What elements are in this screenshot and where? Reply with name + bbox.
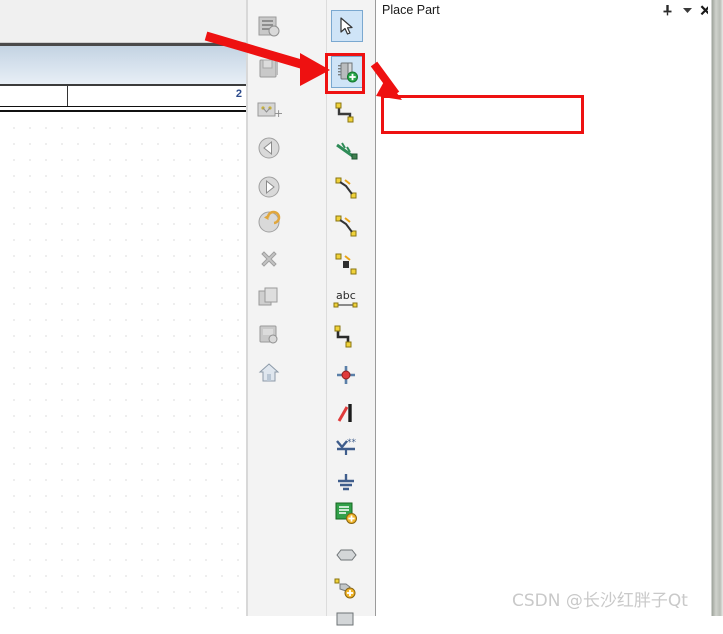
select-tool-icon[interactable] [331,10,363,42]
place-power-icon[interactable]: ** [331,432,361,462]
app-root: 2 + abc ** Place Part CSDN @长沙红胖子Qt [0,0,723,626]
highlight-part-list-entry [381,95,584,134]
backannotate-icon[interactable] [254,54,284,84]
place-hierarchical-pin-icon[interactable] [331,574,361,604]
place-bus-entry-icon[interactable] [331,211,361,241]
schematic-editor-area[interactable]: 2 [0,0,248,616]
editor-page-row[interactable]: 2 [0,86,248,107]
annotate-icon[interactable] [254,12,284,42]
panel-titlebar: Place Part [376,0,710,20]
svg-text:**: ** [347,438,357,448]
panel-title-text: Place Part [382,3,440,17]
place-ground-icon[interactable] [331,468,361,498]
editor-page-divider [67,86,68,106]
place-pin-icon[interactable] [331,360,361,390]
snap-to-grid-icon[interactable] [254,246,284,276]
place-text-icon[interactable]: abc [331,285,361,315]
create-netlist-icon[interactable] [254,283,284,313]
place-wire-icon[interactable] [331,98,361,128]
auto-hide-pin-icon[interactable] [659,3,675,17]
editor-window-tabbar[interactable] [0,46,248,86]
project-home-icon[interactable] [254,358,284,388]
place-net-alias-icon[interactable] [331,249,361,279]
svg-text:+: + [274,107,282,120]
design-rules-check-icon[interactable]: + [254,96,284,126]
place-junction-icon[interactable] [331,173,361,203]
place-port-icon[interactable] [331,322,361,352]
editor-horizontal-rule [0,110,248,112]
next-page-icon[interactable] [254,172,284,202]
place-part-panel: Place Part Part [375,0,710,616]
editor-page-number: 2 [235,88,242,100]
place-hierarchical-port-icon[interactable] [331,540,361,570]
watermark-text: CSDN @长沙红胖子Qt [512,591,688,611]
editor-toolbar-strip [0,0,248,43]
desktop-right-edge [708,0,723,616]
schematic-canvas-grid[interactable] [0,114,248,616]
secondary-toolbar[interactable]: + [248,0,291,616]
place-hierarchical-block-icon[interactable] [331,498,361,528]
svg-text:abc: abc [336,289,356,302]
place-no-connect-icon[interactable] [331,398,361,428]
highlight-place-part-button [325,53,365,94]
previous-page-icon[interactable] [254,133,284,163]
cross-reference-icon[interactable] [254,320,284,350]
place-off-page-connector-icon[interactable] [331,604,361,634]
place-bus-icon[interactable] [331,136,361,166]
undo-warnings-icon[interactable] [254,207,284,237]
chevron-down-icon[interactable] [679,3,695,17]
